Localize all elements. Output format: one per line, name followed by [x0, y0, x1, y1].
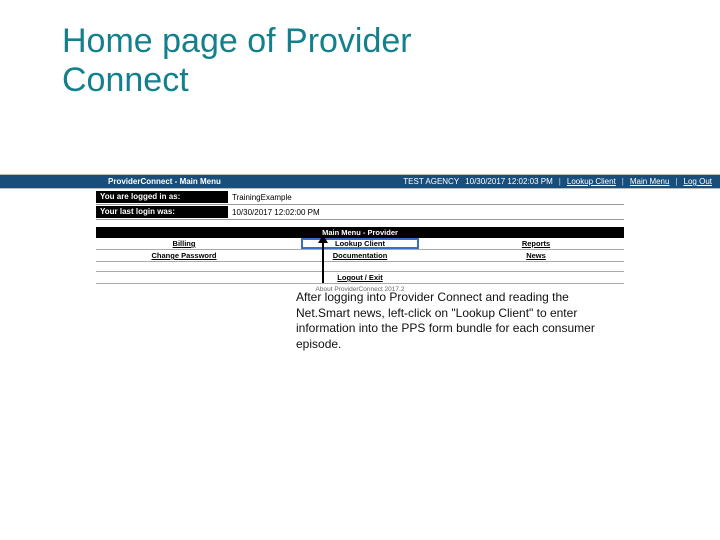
- topbar-timestamp: 10/30/2017 12:02:03 PM: [465, 177, 553, 186]
- topbar-link-lookup[interactable]: Lookup Client: [567, 177, 616, 186]
- menu-cell-reports: Reports: [448, 238, 624, 249]
- login-info: You are logged in as: TrainingExample Yo…: [0, 189, 720, 220]
- topbar-right: TEST AGENCY 10/30/2017 12:02:03 PM | Loo…: [403, 177, 712, 186]
- menu-link-documentation[interactable]: Documentation: [333, 251, 388, 260]
- separator: |: [675, 177, 677, 186]
- menu-cell-documentation: Documentation: [272, 250, 448, 261]
- lastlogin-label: Your last login was:: [96, 206, 228, 218]
- arrow-icon: [322, 241, 324, 283]
- menu-cell-logout: Logout / Exit: [329, 272, 390, 283]
- menu-link-billing[interactable]: Billing: [173, 239, 196, 248]
- app-screenshot: ProviderConnect - Main Menu TEST AGENCY …: [0, 174, 720, 293]
- spacer-row: [96, 262, 624, 272]
- topbar-agency: TEST AGENCY: [403, 177, 459, 186]
- menu-header: Main Menu - Provider: [96, 227, 624, 238]
- menu-link-change-password[interactable]: Change Password: [151, 251, 216, 260]
- slide-caption: After logging into Provider Connect and …: [296, 290, 606, 352]
- app-topbar: ProviderConnect - Main Menu TEST AGENCY …: [0, 174, 720, 189]
- main-menu: Main Menu - Provider Billing Lookup Clie…: [0, 221, 720, 293]
- info-row-lastlogin: Your last login was: 10/30/2017 12:02:00…: [96, 206, 624, 218]
- loggedin-label: You are logged in as:: [96, 191, 228, 203]
- menu-cell-billing: Billing: [96, 238, 272, 249]
- menu-cell-changepw: Change Password: [96, 250, 272, 261]
- topbar-title: ProviderConnect - Main Menu: [8, 177, 221, 186]
- divider: [96, 219, 624, 220]
- menu-cell-lookup: Lookup Client: [272, 238, 448, 249]
- menu-row-3: Logout / Exit: [96, 272, 624, 284]
- menu-cell-news: News: [448, 250, 624, 261]
- menu-link-logout[interactable]: Logout / Exit: [337, 273, 382, 282]
- loggedin-value: TrainingExample: [228, 193, 292, 202]
- separator: |: [622, 177, 624, 186]
- menu-link-lookup-client[interactable]: Lookup Client: [335, 239, 385, 248]
- menu-row-2: Change Password Documentation News: [96, 250, 624, 262]
- lastlogin-value: 10/30/2017 12:02:00 PM: [228, 208, 320, 217]
- topbar-link-logout[interactable]: Log Out: [684, 177, 712, 186]
- menu-link-reports[interactable]: Reports: [522, 239, 550, 248]
- topbar-link-mainmenu[interactable]: Main Menu: [630, 177, 670, 186]
- info-row-user: You are logged in as: TrainingExample: [96, 191, 624, 203]
- divider: [96, 204, 624, 205]
- menu-link-news[interactable]: News: [526, 251, 546, 260]
- slide-title: Home page of Provider Connect: [0, 0, 500, 100]
- separator: |: [559, 177, 561, 186]
- menu-row-1: Billing Lookup Client Reports: [96, 238, 624, 250]
